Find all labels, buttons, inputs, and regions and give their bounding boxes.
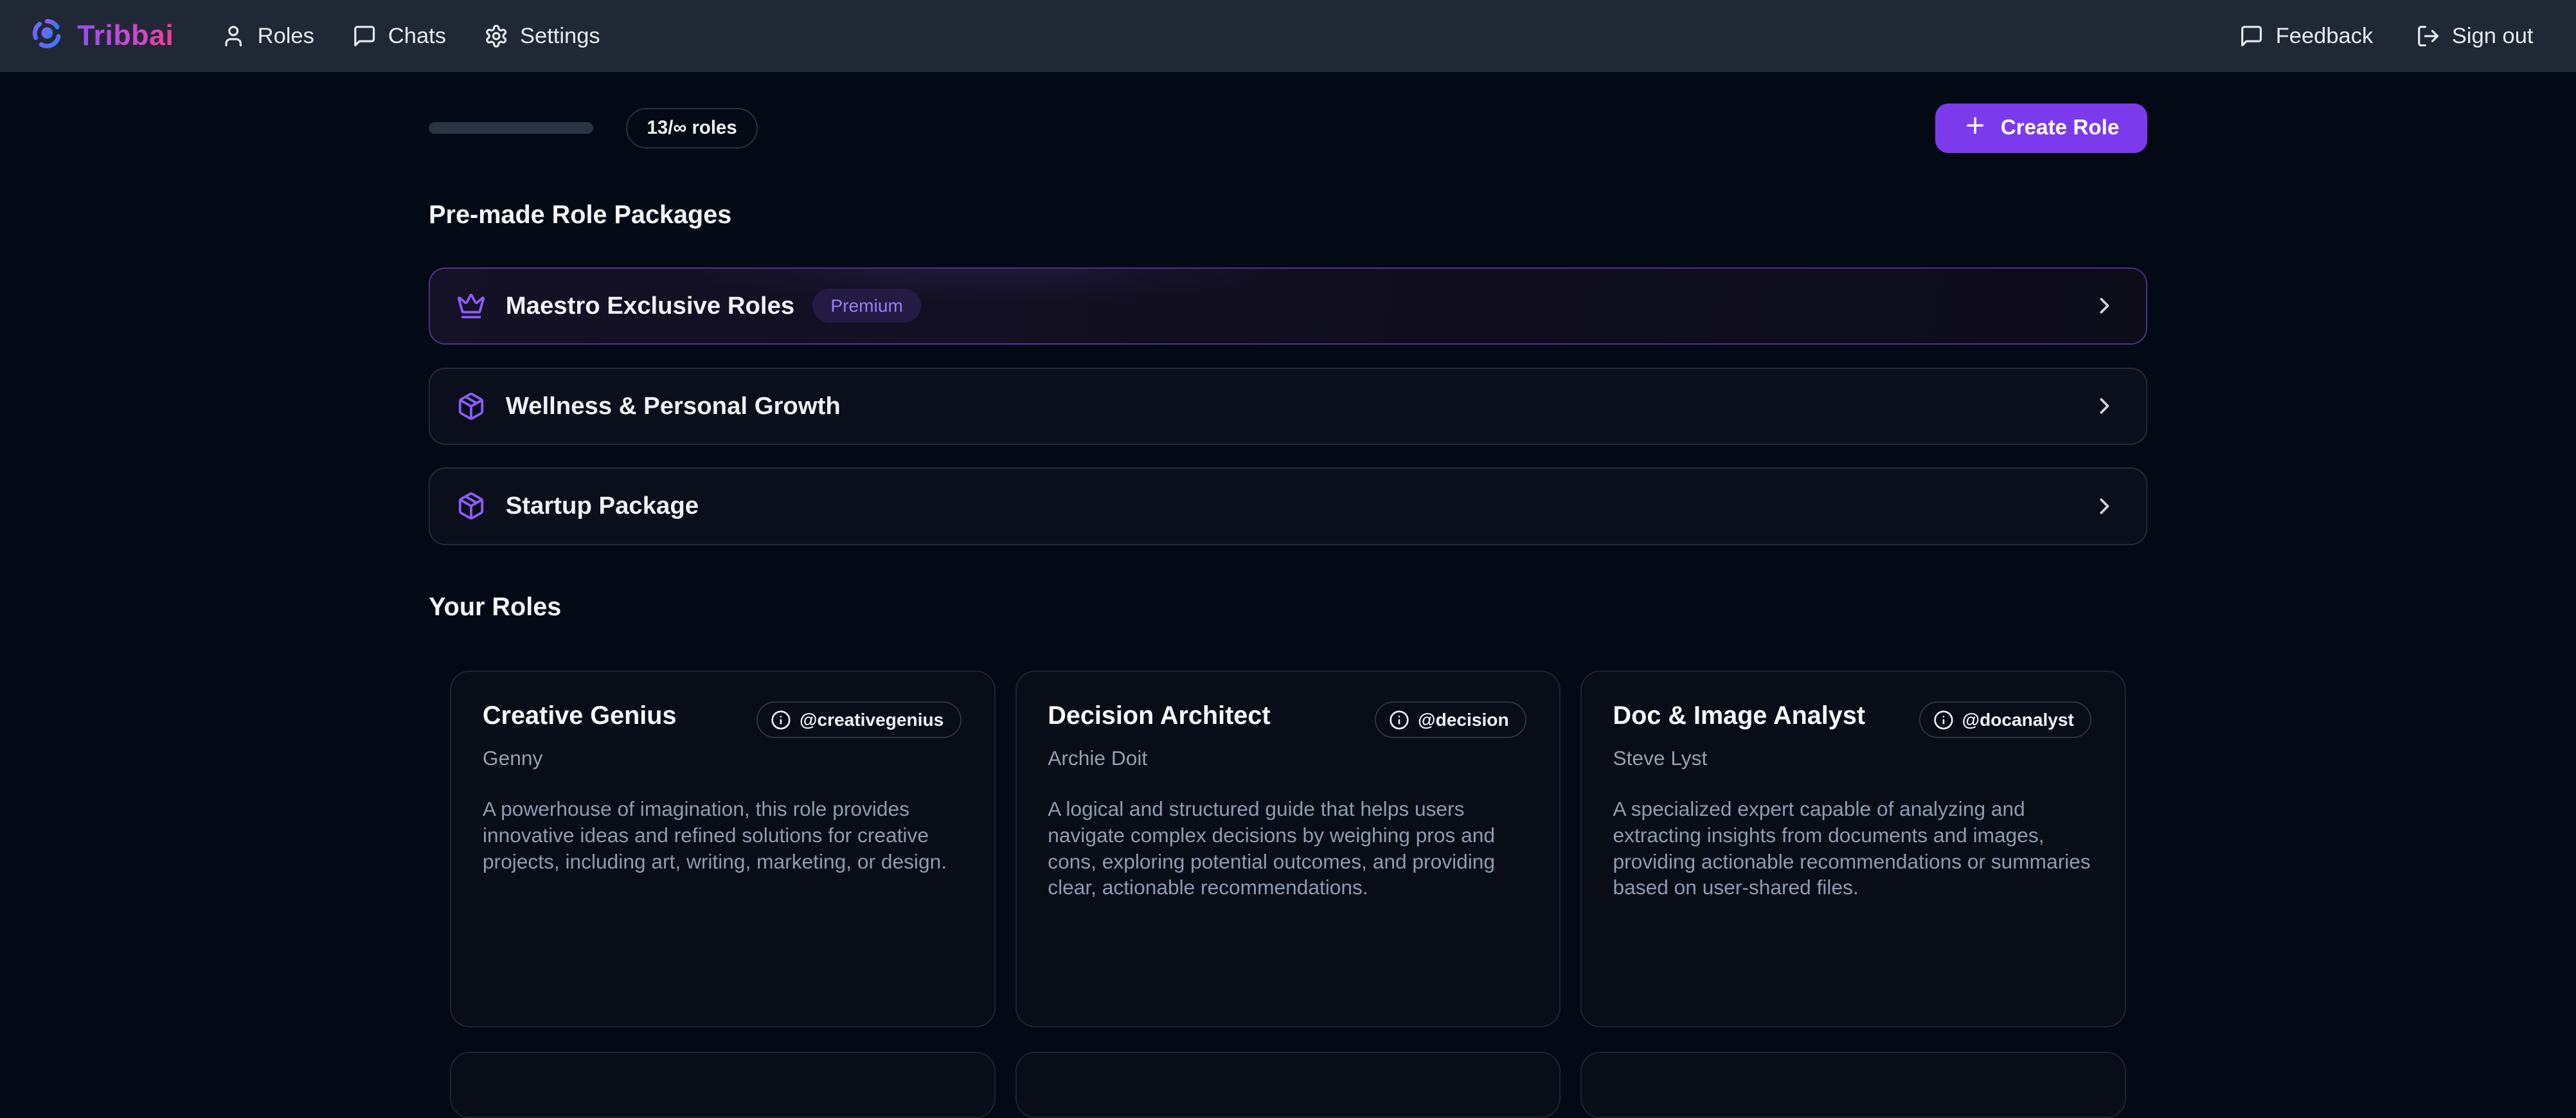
nav-links: Roles Chats Settings bbox=[221, 24, 600, 49]
role-card-creative-genius[interactable]: Creative Genius @creativegenius Genny A … bbox=[450, 671, 996, 1027]
info-icon bbox=[1389, 710, 1409, 730]
role-card-partial[interactable] bbox=[1015, 1052, 1561, 1117]
chevron-right-icon bbox=[2091, 493, 2118, 519]
roles-progress-bar bbox=[429, 122, 593, 134]
role-card-partial[interactable] bbox=[1580, 1052, 2126, 1117]
role-description: A logical and structured guide that help… bbox=[1048, 796, 1526, 900]
user-icon bbox=[221, 24, 246, 48]
roles-usage: 13/∞ roles bbox=[429, 108, 758, 149]
nav-item-label: Roles bbox=[258, 24, 314, 49]
feedback-label: Feedback bbox=[2276, 24, 2374, 49]
sign-out-button[interactable]: Sign out bbox=[2416, 24, 2534, 49]
role-card-header: Doc & Image Analyst @docanalyst bbox=[1613, 700, 2092, 738]
package-title: Maestro Exclusive Roles bbox=[506, 292, 795, 320]
role-subtitle: Genny bbox=[483, 746, 962, 770]
create-role-button[interactable]: Create Role bbox=[1935, 104, 2147, 153]
package-card-wellness[interactable]: Wellness & Personal Growth bbox=[429, 368, 2147, 445]
package-card-maestro[interactable]: Maestro Exclusive Roles Premium bbox=[429, 267, 2147, 345]
feedback-icon bbox=[2239, 24, 2264, 48]
feedback-button[interactable]: Feedback bbox=[2239, 24, 2373, 49]
package-title: Startup Package bbox=[506, 492, 699, 520]
package-title: Wellness & Personal Growth bbox=[506, 392, 841, 420]
brand-logo-icon bbox=[31, 17, 63, 55]
chevron-right-icon bbox=[2091, 293, 2118, 319]
nav-item-roles[interactable]: Roles bbox=[221, 24, 314, 49]
role-subtitle: Steve Lyst bbox=[1613, 746, 2092, 770]
plus-icon bbox=[1963, 113, 1987, 143]
crown-icon bbox=[456, 291, 486, 321]
packages-section-title: Pre-made Role Packages bbox=[429, 201, 2147, 230]
nav-item-chats[interactable]: Chats bbox=[352, 24, 446, 49]
package-card-startup[interactable]: Startup Package bbox=[429, 467, 2147, 545]
sign-out-label: Sign out bbox=[2452, 24, 2534, 49]
chevron-right-icon bbox=[2091, 393, 2118, 419]
top-navbar: Tribbai Roles Chats bbox=[0, 0, 2576, 72]
info-icon bbox=[771, 710, 791, 730]
brand-logo[interactable]: Tribbai bbox=[31, 17, 174, 55]
role-title: Doc & Image Analyst bbox=[1613, 700, 1866, 732]
info-icon bbox=[1933, 710, 1954, 730]
role-handle-badge[interactable]: @creativegenius bbox=[756, 701, 962, 737]
role-card-header: Decision Architect @decision bbox=[1048, 700, 1526, 738]
nav-item-settings[interactable]: Settings bbox=[484, 24, 600, 49]
package-icon bbox=[456, 491, 486, 521]
create-role-label: Create Role bbox=[2001, 116, 2120, 140]
gear-icon bbox=[484, 24, 508, 48]
brand-name: Tribbai bbox=[77, 20, 174, 52]
role-handle-badge[interactable]: @decision bbox=[1375, 701, 1526, 737]
role-description: A specialized expert capable of analyzin… bbox=[1613, 796, 2092, 900]
your-roles-section-title: Your Roles bbox=[429, 593, 2147, 622]
main-content: 13/∞ roles Create Role Pre-made Role Pac… bbox=[429, 104, 2147, 1118]
role-card-partial[interactable] bbox=[450, 1052, 996, 1117]
role-card-decision-architect[interactable]: Decision Architect @decision Archie Doit… bbox=[1015, 671, 1561, 1027]
nav-item-label: Settings bbox=[520, 24, 600, 49]
chat-icon bbox=[352, 24, 377, 48]
nav-right: Feedback Sign out bbox=[2239, 24, 2533, 49]
roles-toolbar: 13/∞ roles Create Role bbox=[429, 104, 2147, 153]
roles-count-badge: 13/∞ roles bbox=[626, 108, 758, 149]
premium-badge: Premium bbox=[812, 289, 921, 322]
role-title: Creative Genius bbox=[483, 700, 677, 732]
logout-icon bbox=[2416, 24, 2440, 48]
role-subtitle: Archie Doit bbox=[1048, 746, 1526, 770]
role-description: A powerhouse of imagination, this role p… bbox=[483, 796, 962, 874]
role-title: Decision Architect bbox=[1048, 700, 1270, 732]
nav-item-label: Chats bbox=[388, 24, 446, 49]
role-handle: @docanalyst bbox=[1962, 710, 2074, 730]
roles-grid-row-2 bbox=[429, 1052, 2147, 1117]
roles-grid: Creative Genius @creativegenius Genny A … bbox=[429, 671, 2147, 1027]
role-card-doc-image-analyst[interactable]: Doc & Image Analyst @docanalyst Steve Ly… bbox=[1580, 671, 2126, 1027]
role-handle: @decision bbox=[1418, 710, 1508, 730]
role-handle: @creativegenius bbox=[800, 710, 944, 730]
role-handle-badge[interactable]: @docanalyst bbox=[1919, 701, 2092, 737]
package-icon bbox=[456, 392, 486, 421]
role-card-header: Creative Genius @creativegenius bbox=[483, 700, 962, 738]
